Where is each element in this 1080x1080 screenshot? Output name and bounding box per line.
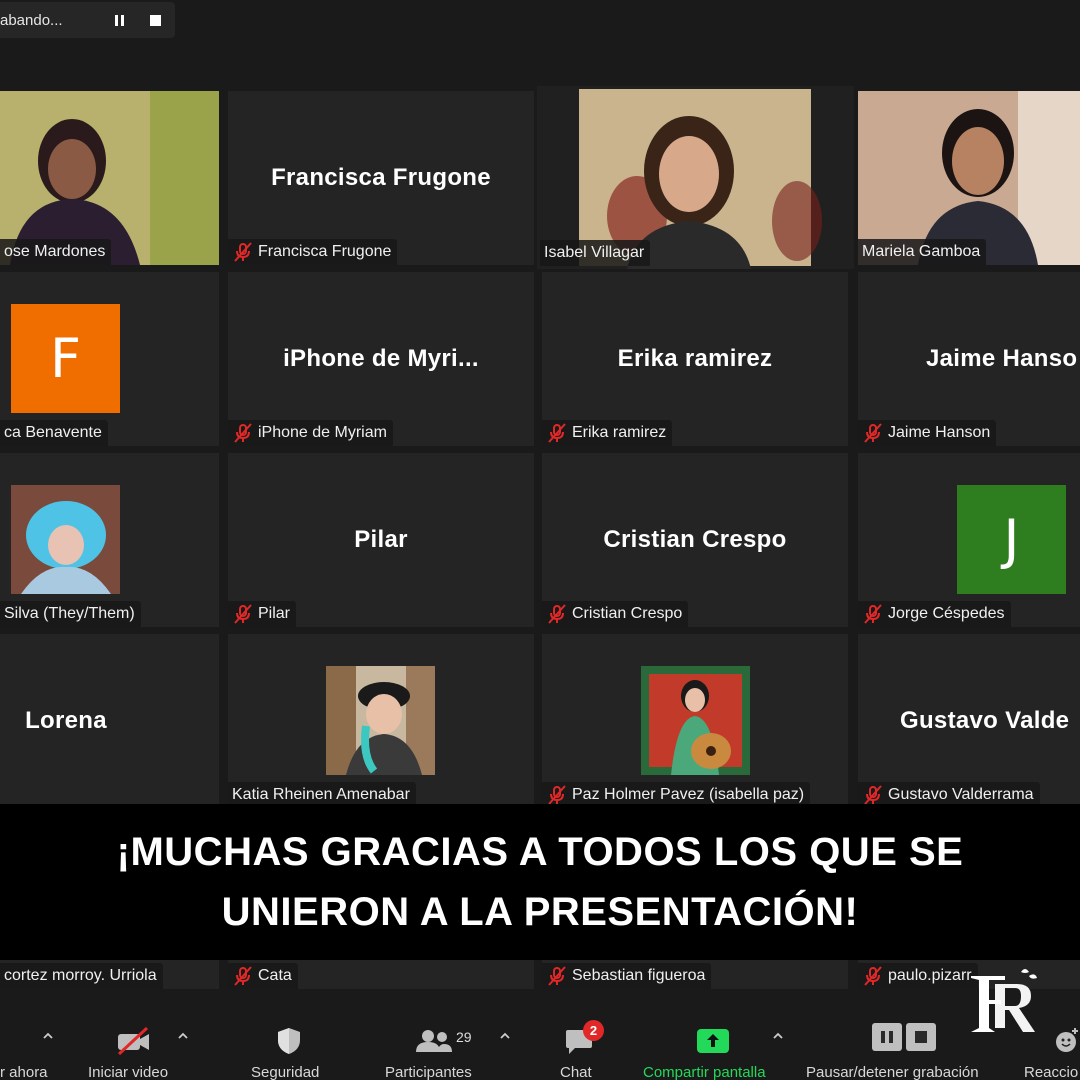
muted-mic-icon — [546, 423, 568, 443]
participant-name-label: Erika ramirez — [542, 420, 673, 446]
participant-name-label: Jaime Hanson — [858, 420, 997, 446]
participant-tile[interactable]: Francisca Frugone Francisca Frugone — [228, 91, 534, 265]
participant-name-label: Cata — [228, 963, 298, 989]
reactions-button-label[interactable]: Reaccio — [1024, 1064, 1078, 1080]
participant-name-label: Jorge Céspedes — [858, 601, 1011, 627]
banner-line-2: UNIERON A LA PRESENTACIÓN! — [221, 890, 859, 934]
participant-name-label: paulo.pizarr — [858, 963, 978, 989]
participant-tile[interactable]: Erika ramirez Erika ramirez — [542, 272, 848, 446]
chevron-up-icon[interactable] — [772, 1030, 784, 1042]
participant-name-label: Francisca Frugone — [228, 239, 398, 265]
participant-name-label: Cristian Crespo — [542, 601, 689, 627]
participant-tile[interactable]: Gustavo Valde Gustavo Valderrama — [858, 634, 1080, 808]
muted-mic-icon — [862, 604, 884, 624]
participant-display-name: iPhone de Myri... — [283, 345, 479, 372]
start-video-button-label[interactable]: Iniciar video — [88, 1064, 168, 1080]
pause-recording-button[interactable] — [104, 5, 134, 35]
brand-logo — [971, 969, 1037, 1032]
unmute-button-label[interactable]: r ahora — [0, 1064, 48, 1080]
shield-icon[interactable] — [275, 1026, 303, 1056]
recording-indicator: abando... — [0, 2, 175, 38]
participant-tile[interactable]: Paz Holmer Pavez (isabella paz) — [542, 634, 848, 808]
stop-recording-button[interactable] — [140, 5, 170, 35]
muted-mic-icon — [546, 604, 568, 624]
muted-mic-icon — [546, 966, 568, 986]
participants-icon[interactable] — [415, 1028, 453, 1054]
muted-mic-icon — [862, 423, 884, 443]
participant-name-label: Mariela Gamboa — [858, 239, 987, 265]
security-button-label[interactable]: Seguridad — [251, 1064, 319, 1080]
chevron-up-icon[interactable] — [499, 1030, 511, 1042]
reactions-icon[interactable] — [1054, 1026, 1080, 1054]
pause-recording-icon[interactable] — [872, 1023, 902, 1051]
participant-avatar: F — [11, 304, 120, 413]
participant-name-label: ose Mardones — [0, 239, 112, 265]
muted-mic-icon — [546, 785, 568, 805]
thank-you-banner: ¡MUCHAS GRACIAS A TODOS LOS QUE SE UNIER… — [0, 804, 1080, 960]
participant-profile-photo — [11, 485, 120, 594]
muted-mic-icon — [232, 604, 254, 624]
share-screen-button-label[interactable]: Compartir pantalla — [643, 1064, 766, 1080]
participant-tile[interactable]: Pilar Pilar — [228, 453, 534, 627]
participant-display-name: Francisca Frugone — [271, 164, 491, 191]
participant-avatar: J — [957, 485, 1066, 594]
muted-mic-icon — [862, 966, 884, 986]
participant-display-name: Jaime Hanso — [926, 345, 1078, 372]
participant-tile[interactable]: Mariela Gamboa — [858, 91, 1080, 265]
share-screen-icon[interactable] — [696, 1028, 730, 1054]
chat-unread-badge: 2 — [583, 1020, 604, 1041]
participant-tile[interactable]: Lorena — [0, 634, 219, 808]
participant-tile[interactable]: ose Mardones — [0, 91, 219, 265]
participants-button-label[interactable]: Participantes — [385, 1064, 472, 1080]
participant-name-label: Pilar — [228, 601, 297, 627]
participant-tile[interactable]: Cristian Crespo Cristian Crespo — [542, 453, 848, 627]
participant-tile-active-speaker[interactable]: Isabel Villagar — [537, 86, 854, 269]
muted-mic-icon — [232, 242, 254, 262]
stop-icon — [149, 14, 161, 26]
participant-name-label: Silva (They/Them) — [0, 601, 141, 627]
pause-stop-recording-label[interactable]: Pausar/detener grabación — [806, 1064, 979, 1080]
participant-profile-photo — [641, 666, 750, 775]
participant-tile[interactable]: Katia Rheinen Amenabar — [228, 634, 534, 808]
chevron-up-icon[interactable] — [177, 1030, 189, 1042]
participant-name-label: Sebastian figueroa — [542, 963, 712, 989]
pause-icon — [114, 14, 124, 26]
video-off-icon[interactable] — [115, 1026, 153, 1056]
participant-display-name: Pilar — [354, 526, 408, 553]
participant-name-label: iPhone de Myriam — [228, 420, 393, 446]
chat-button-label[interactable]: Chat — [560, 1064, 592, 1080]
muted-mic-icon — [862, 785, 884, 805]
participant-profile-photo — [326, 666, 435, 775]
participant-display-name: Gustavo Valde — [900, 707, 1070, 734]
participant-tile[interactable]: J Jorge Céspedes — [858, 453, 1080, 627]
participant-name-label: cortez morroy. Urriola — [0, 963, 163, 989]
banner-line-1: ¡MUCHAS GRACIAS A TODOS LOS QUE SE — [116, 830, 964, 874]
recording-status-text: abando... — [0, 11, 63, 29]
participant-name-label: ca Benavente — [0, 420, 108, 446]
participant-tile[interactable]: F ca Benavente — [0, 272, 219, 446]
chevron-up-icon[interactable] — [42, 1030, 54, 1042]
participant-display-name: Lorena — [25, 707, 107, 734]
participant-display-name: Erika ramirez — [617, 345, 773, 372]
stop-recording-icon[interactable] — [906, 1023, 936, 1051]
participant-tile[interactable]: Jaime Hanso Jaime Hanson — [858, 272, 1080, 446]
participant-name-label: Isabel Villagar — [540, 240, 651, 266]
participant-tile[interactable]: iPhone de Myri... iPhone de Myriam — [228, 272, 534, 446]
muted-mic-icon — [232, 423, 254, 443]
muted-mic-icon — [232, 966, 254, 986]
participant-tile[interactable]: Silva (They/Them) — [0, 453, 219, 627]
participant-count: 29 — [456, 1029, 472, 1045]
participant-display-name: Cristian Crespo — [603, 526, 787, 553]
